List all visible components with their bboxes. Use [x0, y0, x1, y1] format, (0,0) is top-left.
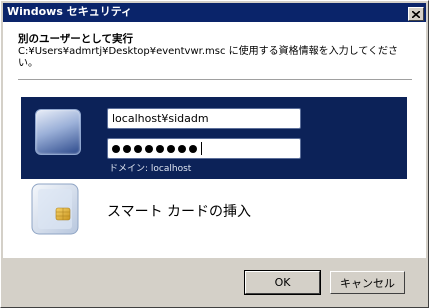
security-dialog: Windows セキュリティ 別のユーザーとして実行 C:¥Users¥admr… [0, 0, 429, 308]
password-dot [167, 144, 175, 153]
button-bar: OK キャンセル [3, 258, 426, 306]
ok-button[interactable]: OK [244, 270, 321, 295]
password-dot [123, 144, 131, 153]
divider [18, 79, 412, 80]
text-caret [201, 142, 202, 155]
password-dot [156, 144, 164, 153]
user-tile-icon [35, 109, 81, 155]
cancel-button[interactable]: キャンセル [330, 271, 405, 294]
domain-label: ドメイン: localhost [109, 164, 192, 174]
credential-panel[interactable]: localhost¥sidadm ドメイン: localhost [21, 97, 407, 179]
smartcard-icon[interactable] [30, 182, 80, 236]
password-dot [145, 144, 153, 153]
dialog-description: C:¥Users¥admrtj¥Desktop¥eventvwr.msc に使用… [18, 46, 399, 69]
smartcard-label[interactable]: スマート カードの挿入 [107, 201, 251, 221]
password-dot [189, 144, 197, 153]
dialog-content: 別のユーザーとして実行 C:¥Users¥admrtj¥Desktop¥even… [3, 22, 426, 258]
password-field[interactable] [107, 138, 301, 159]
window-title: Windows セキュリティ [7, 5, 133, 18]
password-dot [134, 144, 142, 153]
close-icon [412, 10, 420, 18]
username-field[interactable]: localhost¥sidadm [107, 108, 301, 129]
password-dot [112, 144, 120, 153]
close-button[interactable] [408, 7, 424, 21]
password-dot [178, 144, 186, 153]
dialog-heading: 別のユーザーとして実行 [18, 33, 133, 45]
title-bar[interactable]: Windows セキュリティ [3, 3, 426, 22]
